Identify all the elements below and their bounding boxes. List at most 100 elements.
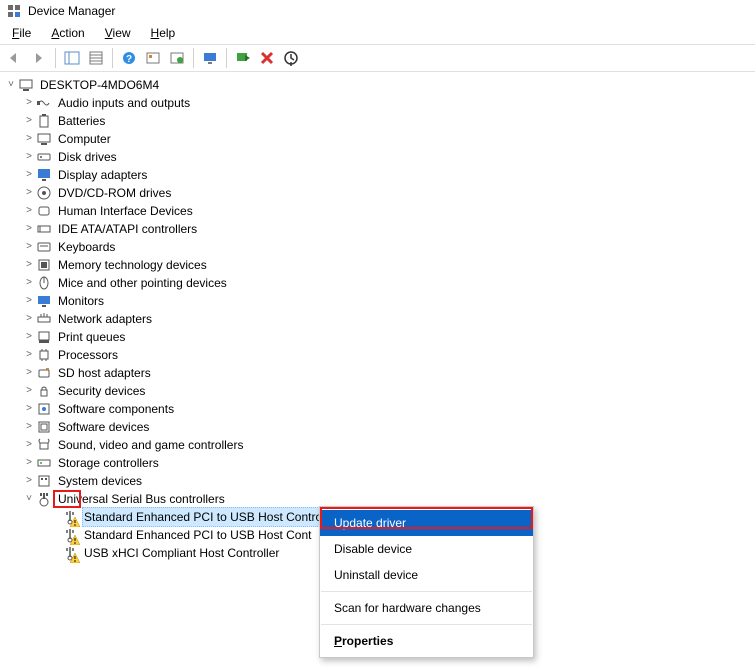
device-category-icon <box>36 365 52 381</box>
tree-category-label: Security devices <box>56 382 147 400</box>
tree-category[interactable]: >Software components <box>2 400 753 418</box>
expand-icon[interactable]: > <box>22 328 36 346</box>
ctx-disable-device[interactable]: Disable device <box>320 536 533 562</box>
toolbar-action-2[interactable] <box>166 47 188 69</box>
expand-icon[interactable]: > <box>22 238 36 256</box>
device-category-icon <box>36 419 52 435</box>
ctx-scan-hardware[interactable]: Scan for hardware changes <box>320 595 533 621</box>
expand-icon[interactable]: > <box>22 364 36 382</box>
tree-category[interactable]: > Mice and other pointing devices <box>2 274 753 292</box>
expand-icon[interactable]: > <box>22 436 36 454</box>
device-tree[interactable]: ˅ DESKTOP-4MDO6M4 >Audio inputs and outp… <box>0 72 755 566</box>
expand-icon[interactable]: > <box>22 112 36 130</box>
tree-category[interactable]: >Sound, video and game controllers <box>2 436 753 454</box>
menu-file[interactable]: File <box>4 24 39 42</box>
tree-category-label: Display adapters <box>56 166 149 184</box>
expand-icon[interactable]: > <box>22 310 36 328</box>
expand-icon[interactable]: > <box>22 454 36 472</box>
device-category-icon <box>36 149 52 165</box>
expand-icon[interactable]: > <box>22 148 36 166</box>
expand-icon[interactable]: ˅ <box>22 490 36 508</box>
tree-category[interactable]: > System devices <box>2 472 753 490</box>
expand-icon[interactable]: > <box>22 94 36 112</box>
tree-category[interactable]: >Monitors <box>2 292 753 310</box>
device-category-icon <box>36 131 52 147</box>
expand-icon[interactable]: > <box>22 382 36 400</box>
tree-category-label: Computer <box>56 130 113 148</box>
collapse-icon[interactable]: ˅ <box>4 76 18 94</box>
toolbar-action-1[interactable] <box>142 47 164 69</box>
device-category-icon <box>36 275 52 291</box>
show-hide-tree-button[interactable] <box>61 47 83 69</box>
tree-category[interactable]: > Display adapters <box>2 166 753 184</box>
toolbar-monitor-button[interactable] <box>199 47 221 69</box>
expand-icon[interactable]: > <box>22 274 36 292</box>
nav-back-button[interactable] <box>4 47 26 69</box>
device-category-icon <box>36 473 52 489</box>
menu-view[interactable]: View <box>97 24 139 42</box>
ctx-uninstall-device[interactable]: Uninstall device <box>320 562 533 588</box>
expand-icon[interactable]: > <box>22 400 36 418</box>
device-category-icon <box>36 437 52 453</box>
ctx-separator <box>321 591 532 592</box>
ctx-update-driver[interactable]: Update driver <box>320 510 533 536</box>
tree-category-label: Disk drives <box>56 148 119 166</box>
toolbar: ? <box>0 44 755 72</box>
svg-text:?: ? <box>126 54 132 65</box>
toolbar-separator <box>112 48 113 68</box>
tree-category[interactable]: > Network adapters <box>2 310 753 328</box>
device-category-icon <box>36 491 52 507</box>
device-category-icon <box>36 167 52 183</box>
tree-category[interactable]: >Batteries <box>2 112 753 130</box>
ctx-properties[interactable]: Properties <box>320 628 533 654</box>
uninstall-button[interactable] <box>280 47 302 69</box>
context-menu: Update driver Disable device Uninstall d… <box>319 506 534 658</box>
tree-category-label: Network adapters <box>56 310 154 328</box>
tree-category[interactable]: >Software devices <box>2 418 753 436</box>
expand-icon[interactable]: > <box>22 220 36 238</box>
tree-category[interactable]: >SD host adapters <box>2 364 753 382</box>
expand-icon[interactable]: > <box>22 472 36 490</box>
disable-device-button[interactable] <box>256 47 278 69</box>
help-button[interactable]: ? <box>118 47 140 69</box>
tree-category-label: System devices <box>56 472 144 490</box>
tree-category-label: Processors <box>56 346 120 364</box>
expand-icon[interactable]: > <box>22 292 36 310</box>
device-category-icon <box>36 95 52 111</box>
toolbar-separator <box>193 48 194 68</box>
usb-device-icon <box>62 545 78 561</box>
app-icon <box>6 3 22 19</box>
device-category-icon <box>36 329 52 345</box>
expand-icon[interactable]: > <box>22 418 36 436</box>
tree-category[interactable]: > Security devices <box>2 382 753 400</box>
tree-root-node[interactable]: ˅ DESKTOP-4MDO6M4 <box>2 76 753 94</box>
menu-action[interactable]: Action <box>43 24 92 42</box>
tree-category[interactable]: > Human Interface Devices <box>2 202 753 220</box>
tree-category[interactable]: > Processors <box>2 346 753 364</box>
tree-category-label: Mice and other pointing devices <box>56 274 229 292</box>
nav-forward-button[interactable] <box>28 47 50 69</box>
tree-category[interactable]: >Keyboards <box>2 238 753 256</box>
tree-category[interactable]: >Audio inputs and outputs <box>2 94 753 112</box>
tree-category-label: Print queues <box>56 328 127 346</box>
tree-category[interactable]: > IDE ATA/ATAPI controllers <box>2 220 753 238</box>
tree-category[interactable]: >Storage controllers <box>2 454 753 472</box>
tree-category-label: Human Interface Devices <box>56 202 195 220</box>
expand-icon[interactable]: > <box>22 166 36 184</box>
tree-category[interactable]: > Disk drives <box>2 148 753 166</box>
device-category-icon <box>36 185 52 201</box>
tree-category[interactable]: > Computer <box>2 130 753 148</box>
tree-category-label: IDE ATA/ATAPI controllers <box>56 220 199 238</box>
expand-icon[interactable]: > <box>22 184 36 202</box>
tree-category[interactable]: >DVD/CD-ROM drives <box>2 184 753 202</box>
tree-category[interactable]: > Print queues <box>2 328 753 346</box>
tree-category[interactable]: >Memory technology devices <box>2 256 753 274</box>
expand-icon[interactable]: > <box>22 202 36 220</box>
expand-icon[interactable]: > <box>22 130 36 148</box>
expand-icon[interactable]: > <box>22 346 36 364</box>
properties-button[interactable] <box>85 47 107 69</box>
expand-icon[interactable]: > <box>22 256 36 274</box>
enable-device-button[interactable] <box>232 47 254 69</box>
tree-device-label: Standard Enhanced PCI to USB Host Cont <box>82 526 313 544</box>
menu-help[interactable]: Help <box>143 24 184 42</box>
